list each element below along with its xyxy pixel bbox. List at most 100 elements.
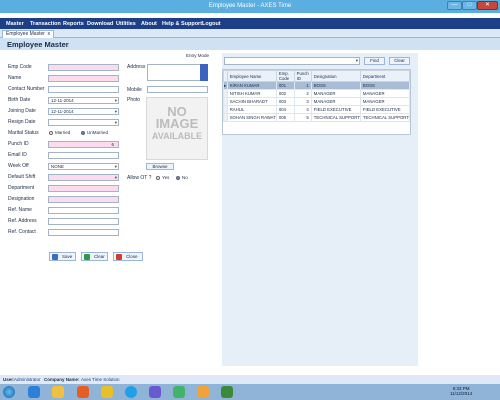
cell-emp-code: 002: [275, 89, 295, 98]
search-input[interactable]: [224, 57, 360, 65]
birth-date-picker[interactable]: 12-11-2014: [48, 97, 119, 104]
save-button[interactable]: Save: [49, 252, 76, 261]
save-icon: [52, 254, 58, 260]
married-radio[interactable]: Married: [49, 130, 70, 135]
company-value: Axes Time Solution: [81, 377, 120, 382]
unmarried-radio-dot: [81, 131, 85, 135]
department-field[interactable]: [48, 185, 119, 192]
cell-department: BOSS: [359, 81, 411, 90]
no-image-line3: AVAILABLE: [151, 131, 203, 141]
page-title: Employee Master: [7, 40, 69, 49]
cell-department: MANAGER: [359, 89, 411, 98]
column-emp-code[interactable]: Emp. Code: [275, 70, 295, 82]
address-scrollbar[interactable]: [200, 64, 208, 81]
unmarried-radio[interactable]: UnMarried: [81, 130, 108, 135]
minimize-button[interactable]: —: [447, 1, 462, 10]
app-icon[interactable]: [149, 386, 161, 398]
allow-ot-no-radio[interactable]: No: [176, 175, 188, 180]
clear-icon: [84, 254, 90, 260]
company-label: Company Name:: [44, 377, 80, 382]
folder-icon[interactable]: [52, 386, 64, 398]
punch-id-field[interactable]: 6: [48, 141, 119, 148]
no-image-text: NO IMAGE AVAILABLE: [150, 105, 204, 142]
column-punch-id[interactable]: Punch ID: [293, 70, 312, 82]
punch-id-label: Punch ID: [8, 141, 29, 147]
chrome-icon[interactable]: [101, 386, 113, 398]
table-row[interactable]: ▸ KIRAN KUMAR 001 1 BOSS BOSS: [223, 81, 411, 90]
browse-button[interactable]: Browse: [146, 163, 174, 170]
table-row[interactable]: NITISH KUMAR 002 2 MANAGER MANAGER: [223, 89, 411, 98]
name-field[interactable]: [48, 75, 119, 82]
cell-department: MANAGER: [359, 97, 411, 106]
menu-help-support[interactable]: Help & Support: [162, 21, 202, 27]
joining-date-picker[interactable]: 12-11-2014: [48, 108, 119, 115]
menu-reports[interactable]: Reports: [63, 21, 84, 27]
clear-button[interactable]: Clear: [81, 252, 108, 261]
emp-code-label: Emp Code: [8, 64, 32, 70]
ref-contact-field[interactable]: [48, 229, 119, 236]
default-shift-select[interactable]: [48, 174, 119, 181]
no-radio-dot: [176, 176, 180, 180]
maximize-button[interactable]: □: [462, 1, 477, 10]
email-id-label: Email ID: [8, 152, 27, 158]
cell-designation: TECHNICAL SUPPORT: [310, 113, 361, 122]
axes-time-icon[interactable]: [221, 386, 233, 398]
menu-logout[interactable]: Logout: [202, 21, 221, 27]
address-label: Address: [127, 64, 146, 70]
table-row[interactable]: SACHIN BHARADT 003 3 MANAGER MANAGER: [223, 97, 411, 106]
user-label: User:: [3, 377, 15, 382]
paint-icon[interactable]: [197, 386, 209, 398]
start-button-icon[interactable]: [3, 386, 15, 398]
status-bar: User: Administrator Company Name: Axes T…: [0, 375, 500, 384]
employee-grid: Employee Name Emp. Code Punch ID Designa…: [222, 69, 411, 135]
menu-about[interactable]: About: [141, 21, 157, 27]
menu-master[interactable]: Master: [6, 21, 24, 27]
tab-close-icon[interactable]: x: [48, 31, 51, 38]
resign-date-picker[interactable]: [48, 119, 119, 126]
no-image-line2: IMAGE: [155, 116, 199, 131]
column-department[interactable]: Department: [359, 70, 411, 82]
skype-icon[interactable]: [125, 386, 137, 398]
system-clock[interactable]: 6:33 PM 11/12/2014: [450, 386, 472, 396]
ref-name-label: Ref. Name: [8, 207, 32, 213]
ref-address-label: Ref. Address: [8, 218, 37, 224]
marital-status-label: Marital Status: [8, 130, 39, 136]
tab-employee-master[interactable]: Employee Master x: [2, 30, 54, 38]
close-button[interactable]: Close: [113, 252, 143, 261]
find-button[interactable]: Find: [364, 57, 385, 65]
resign-date-label: Resign Date: [8, 119, 36, 125]
cell-employee-name: NITISH KUMAR: [226, 89, 277, 98]
user-value: Administrator: [14, 377, 41, 382]
table-row[interactable]: RAHUL 004 4 FIELD EXECUTIVE FIELD EXECUT…: [223, 105, 411, 114]
menu-utilities[interactable]: Utilities: [116, 21, 136, 27]
cell-emp-code: 003: [275, 97, 295, 106]
ie-icon[interactable]: [28, 386, 40, 398]
email-id-field[interactable]: [48, 152, 119, 159]
notepad-icon[interactable]: [173, 386, 185, 398]
media-player-icon[interactable]: [77, 386, 89, 398]
cell-employee-name: KIRAN KUMAR: [226, 81, 277, 90]
address-textarea[interactable]: [147, 64, 208, 81]
cell-designation: BOSS: [310, 81, 361, 90]
close-window-button[interactable]: ✕: [477, 1, 498, 10]
column-designation[interactable]: Designation: [310, 70, 361, 82]
week-off-select[interactable]: NONE: [48, 163, 119, 170]
ref-name-field[interactable]: [48, 207, 119, 214]
table-row[interactable]: SOHAN SINGH RAWAT 005 5 TECHNICAL SUPPOR…: [223, 113, 411, 122]
contact-number-field[interactable]: [48, 86, 119, 93]
emp-code-field[interactable]: [48, 64, 119, 71]
cell-punch-id: 3: [293, 97, 312, 106]
allow-ot-yes-radio[interactable]: Yes: [156, 175, 169, 180]
menu-transaction[interactable]: Transaction: [30, 21, 61, 27]
mobile-field[interactable]: [147, 86, 208, 93]
cell-employee-name: SOHAN SINGH RAWAT: [226, 113, 277, 122]
unmarried-label: UnMarried: [87, 130, 109, 135]
mobile-label: Mobile: [127, 87, 142, 93]
ref-address-field[interactable]: [48, 218, 119, 225]
week-off-label: Week Off: [8, 163, 29, 169]
designation-field[interactable]: [48, 196, 119, 203]
menu-download[interactable]: Download: [87, 21, 113, 27]
column-employee-name[interactable]: Employee Name: [226, 70, 277, 82]
search-clear-button[interactable]: Clear: [389, 57, 410, 65]
married-label: Married: [55, 130, 71, 135]
